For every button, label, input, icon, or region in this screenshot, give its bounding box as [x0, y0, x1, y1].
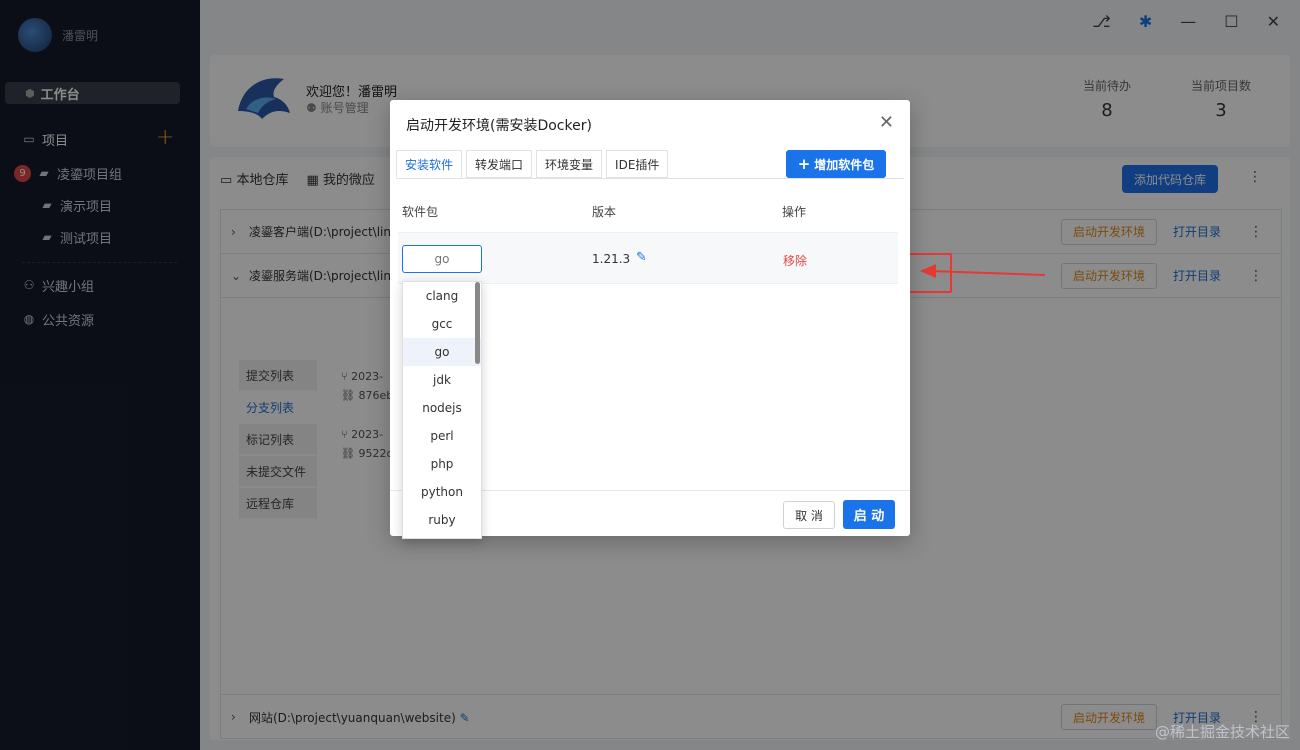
- watermark: @稀土掘金技术社区: [1154, 723, 1290, 741]
- tab-install-software[interactable]: 安装软件: [396, 150, 463, 178]
- tab-env-vars[interactable]: 环境变量: [536, 150, 603, 178]
- dropdown-option[interactable]: php: [403, 450, 481, 478]
- plus-icon: +: [797, 155, 811, 173]
- modal-tabs: 安装软件 转发端口 环境变量 IDE插件: [396, 150, 672, 178]
- package-row: 1.21.3 ✎ 移除: [398, 232, 898, 284]
- version-value: 1.21.3: [592, 252, 631, 266]
- dropdown-option-selected[interactable]: go: [403, 338, 481, 366]
- dropdown-option[interactable]: python: [403, 478, 481, 506]
- tab-port-forward[interactable]: 转发端口: [466, 150, 533, 178]
- add-package-button[interactable]: + 增加软件包: [786, 150, 886, 178]
- launch-button[interactable]: 启 动: [843, 500, 895, 529]
- edit-icon[interactable]: ✎: [636, 250, 647, 265]
- col-header-package: 软件包: [402, 205, 439, 219]
- button-label: 增加软件包: [814, 157, 875, 172]
- col-header-action: 操作: [782, 205, 807, 219]
- package-dropdown: clang gcc go jdk nodejs perl php python …: [402, 281, 482, 539]
- remove-link[interactable]: 移除: [783, 252, 807, 269]
- cancel-button[interactable]: 取 消: [783, 501, 835, 529]
- dropdown-option[interactable]: jdk: [403, 366, 481, 394]
- tab-ide-plugins[interactable]: IDE插件: [606, 150, 669, 178]
- dropdown-option[interactable]: nodejs: [403, 394, 481, 422]
- annotation-arrow-icon: [920, 264, 936, 278]
- tab-divider: [396, 178, 904, 179]
- dropdown-option[interactable]: clang: [403, 282, 481, 310]
- dropdown-scrollbar[interactable]: [475, 282, 480, 364]
- package-select-input[interactable]: [402, 245, 482, 273]
- modal-title: 启动开发环境(需安装Docker): [406, 118, 592, 134]
- dropdown-option[interactable]: perl: [403, 422, 481, 450]
- dropdown-option[interactable]: ruby: [403, 506, 481, 534]
- col-header-version: 版本: [592, 205, 617, 219]
- close-icon[interactable]: ✕: [879, 112, 894, 133]
- dropdown-option[interactable]: gcc: [403, 310, 481, 338]
